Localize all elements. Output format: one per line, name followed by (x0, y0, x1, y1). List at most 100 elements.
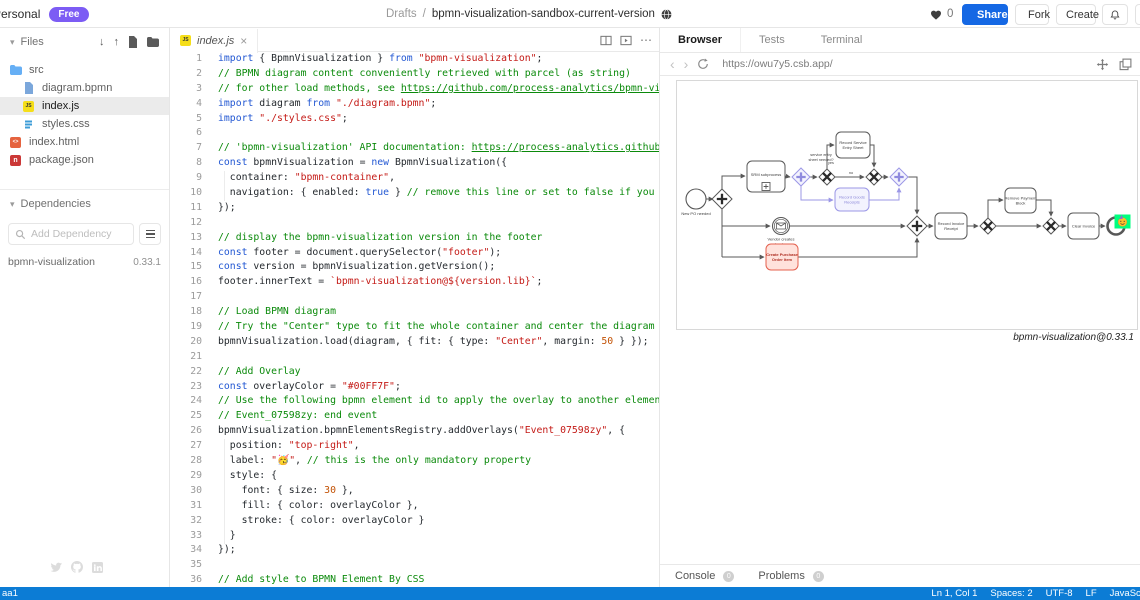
preview-tab-browser[interactable]: Browser (660, 28, 741, 52)
status-item[interactable]: Spaces: 2 (990, 587, 1032, 600)
new-file-icon[interactable] (128, 36, 138, 48)
code-line[interactable]: 36// Add style to BPMN Element By CSS (170, 573, 659, 587)
notifications-button[interactable] (1102, 4, 1128, 25)
code-line[interactable]: 34}); (170, 543, 659, 558)
code-line[interactable]: 31 fill: { color: overlayColor }, (170, 499, 659, 514)
bpmn-gw-x[interactable] (866, 169, 882, 185)
dependency-item[interactable]: bpmn-visualization0.33.1 (8, 253, 161, 271)
bpmn-gw-parallel-purple[interactable] (890, 168, 908, 186)
code-line[interactable]: 2// BPMN diagram content conveniently re… (170, 67, 659, 82)
open-new-window-icon[interactable] (1119, 58, 1132, 71)
status-item[interactable]: JavaScript (1110, 587, 1140, 600)
files-section-header[interactable]: ▾ Files ↓ ↑ (0, 33, 169, 51)
code-line[interactable]: 35 (170, 558, 659, 573)
linkedin-icon[interactable] (92, 562, 103, 573)
problems-tab[interactable]: Problems 0 (758, 570, 823, 582)
preview-tab-tests[interactable]: Tests (741, 28, 803, 52)
split-editor-icon[interactable] (600, 35, 612, 46)
code-line[interactable]: 19// Try the "Center" type to fit the wh… (170, 320, 659, 335)
like-heart-icon[interactable] (930, 9, 942, 20)
bpmn-gw-x[interactable] (819, 169, 835, 185)
bpmn-gw-parallel[interactable] (712, 189, 732, 209)
code-line[interactable]: 21 (170, 350, 659, 365)
code-line[interactable]: 4import diagram from "./diagram.bpmn"; (170, 97, 659, 112)
share-button[interactable]: Share (962, 4, 1008, 25)
nav-forward-icon[interactable]: › (684, 57, 689, 71)
code-line[interactable]: 28 label: "🥳", // this is the only manda… (170, 454, 659, 469)
console-tab[interactable]: Console 0 (675, 570, 734, 582)
code-line[interactable]: 13// display the bpmn-visualization vers… (170, 231, 659, 246)
file-tree-item-index-html[interactable]: <>index.html (0, 133, 169, 151)
file-tree-item-index-js[interactable]: JSindex.js (0, 97, 169, 115)
new-folder-icon[interactable] (147, 37, 159, 47)
open-preview-icon[interactable] (620, 35, 632, 46)
close-tab-icon[interactable]: × (240, 34, 247, 48)
file-tree-item-src[interactable]: src (0, 61, 169, 79)
code-line[interactable]: 14const footer = document.querySelector(… (170, 246, 659, 261)
code-line[interactable]: 23const overlayColor = "#00FF7F"; (170, 380, 659, 395)
code-line[interactable]: 15const version = bpmnVisualization.getV… (170, 260, 659, 275)
url-text[interactable]: https://owu7y5.csb.app/ (722, 58, 832, 70)
status-item[interactable]: LF (1086, 587, 1097, 600)
code-editor[interactable]: 1import { BpmnVisualization } from "bpmn… (170, 52, 659, 587)
code-line[interactable]: 6 (170, 126, 659, 141)
code-line[interactable]: 1import { BpmnVisualization } from "bpmn… (170, 52, 659, 67)
code-line[interactable]: 3// for other load methods, see https://… (170, 82, 659, 97)
create-button[interactable]: Create (1056, 4, 1096, 25)
bpmn-container[interactable]: New PO neededSRM subprocessRecord Servic… (676, 80, 1138, 330)
account-button[interactable] (1135, 4, 1140, 25)
code-line[interactable]: 29 style: { (170, 469, 659, 484)
preview-tab-terminal[interactable]: Terminal (803, 28, 881, 52)
download-icon[interactable]: ↓ (99, 36, 105, 48)
bpmn-gw-x[interactable] (980, 218, 996, 234)
dependency-search-input[interactable] (31, 228, 116, 240)
pan-mode-icon[interactable] (1096, 58, 1109, 71)
sandbox-title[interactable]: bpmn-visualization-sandbox-current-versi… (432, 8, 655, 20)
bpmn-gw-parallel-purple[interactable] (792, 168, 810, 186)
collapse-icon[interactable]: ▾ (10, 199, 15, 210)
file-tree-item-styles-css[interactable]: styles.css (0, 115, 169, 133)
bpmn-start[interactable] (686, 189, 706, 209)
code-line[interactable]: 10 navigation: { enabled: true } // remo… (170, 186, 659, 201)
code-line[interactable]: 20bpmnVisualization.load(diagram, { fit:… (170, 335, 659, 350)
editor-more-icon[interactable]: ⋯ (640, 33, 653, 47)
reload-icon[interactable] (697, 58, 709, 70)
fork-button[interactable]: Fork (1015, 4, 1049, 25)
file-tree-item-diagram-bpmn[interactable]: diagram.bpmn (0, 79, 169, 97)
workspace-name[interactable]: Personal (0, 7, 40, 21)
bpmn-diagram[interactable]: New PO neededSRM subprocessRecord Servic… (677, 81, 1137, 329)
bpmn-gw-x[interactable] (1043, 218, 1059, 234)
file-tree-item-package-json[interactable]: npackage.json (0, 151, 169, 169)
code-line[interactable]: 5import "./styles.css"; (170, 112, 659, 127)
tab-index-js[interactable]: JS index.js × (170, 29, 258, 53)
code-line[interactable]: 22// Add Overlay (170, 365, 659, 380)
code-line[interactable]: 12 (170, 216, 659, 231)
bpmn-msg[interactable] (773, 218, 790, 235)
code-line[interactable]: 30 font: { size: 30 }, (170, 484, 659, 499)
code-line[interactable]: 26bpmnVisualization.bpmnElementsRegistry… (170, 424, 659, 439)
code-line[interactable]: 25// Event_07598zy: end event (170, 409, 659, 424)
dependency-search[interactable] (8, 223, 134, 245)
twitter-icon[interactable] (50, 562, 62, 573)
code-line[interactable]: 9 container: "bpmn-container", (170, 171, 659, 186)
collapse-icon[interactable]: ▾ (10, 37, 15, 48)
nav-back-icon[interactable]: ‹ (670, 57, 675, 71)
github-icon[interactable] (71, 561, 83, 573)
code-line[interactable]: 16footer.innerText = `bpmn-visualization… (170, 275, 659, 290)
code-line[interactable]: 33 } (170, 529, 659, 544)
upload-icon[interactable]: ↑ (114, 36, 120, 48)
dependency-menu-button[interactable] (139, 223, 161, 245)
code-line[interactable]: 7// 'bpmn-visualization' API documentati… (170, 141, 659, 156)
breadcrumb-drafts[interactable]: Drafts (386, 8, 417, 20)
code-line[interactable]: 11}); (170, 201, 659, 216)
code-line[interactable]: 18// Load BPMN diagram (170, 305, 659, 320)
code-line[interactable]: 24// Use the following bpmn element id t… (170, 394, 659, 409)
bpmn-gw-parallel[interactable] (907, 216, 927, 236)
code-line[interactable]: 17 (170, 290, 659, 305)
code-line[interactable]: 8const bpmnVisualization = new BpmnVisua… (170, 156, 659, 171)
status-item[interactable]: Ln 1, Col 1 (931, 587, 977, 600)
dependencies-section-header[interactable]: ▾ Dependencies (0, 195, 169, 213)
code-line[interactable]: 27 position: "top-right", (170, 439, 659, 454)
status-item[interactable]: UTF-8 (1046, 587, 1073, 600)
code-line[interactable]: 32 stroke: { color: overlayColor } (170, 514, 659, 529)
